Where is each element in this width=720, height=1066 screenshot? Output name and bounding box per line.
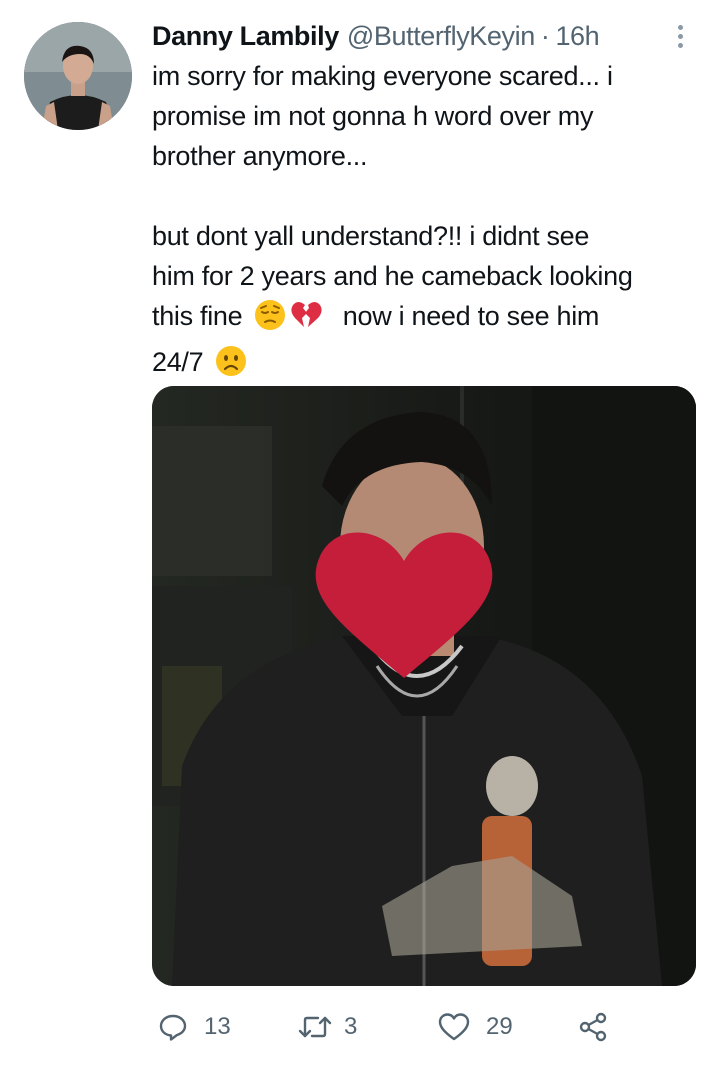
like-count: 29	[486, 1013, 513, 1040]
text-line: promise im not gonna h word over my	[152, 101, 594, 131]
heart-icon	[438, 1012, 470, 1042]
tweet-header: Danny Lambily @ButterflyKeyin · 16h	[152, 16, 672, 56]
text-line: this fine now i need to see him	[152, 296, 702, 342]
more-options-icon[interactable]	[668, 20, 692, 52]
text-line: him for 2 years and he cameback looking	[152, 261, 633, 291]
pensive-face-icon	[254, 299, 286, 342]
tweet-text: im sorry for making everyone scared... i…	[152, 56, 702, 388]
text-line: but dont yall understand?!! i didnt see	[152, 221, 590, 251]
retweet-icon	[298, 1012, 332, 1042]
share-icon	[578, 1012, 608, 1042]
reply-button[interactable]: 13	[158, 1006, 231, 1048]
retweet-button[interactable]: 3	[298, 1006, 357, 1048]
display-name[interactable]: Danny Lambily	[152, 21, 339, 52]
retweet-count: 3	[344, 1013, 358, 1040]
frowning-face-icon	[215, 345, 247, 388]
text-fragment: now i need to see him	[342, 301, 600, 331]
broken-heart-icon	[290, 299, 322, 342]
tweet-actions: 13 3 29	[152, 1006, 696, 1048]
tweet: Danny Lambily @ButterflyKeyin · 16h im s…	[0, 0, 720, 1066]
share-button[interactable]	[578, 1006, 608, 1048]
like-button[interactable]: 29	[438, 1006, 513, 1048]
separator-dot: ·	[540, 20, 550, 51]
reply-icon	[158, 1012, 188, 1042]
text-fragment: this fine	[152, 301, 243, 331]
text-line: brother anymore...	[152, 141, 368, 171]
user-handle[interactable]: @ButterflyKeyin	[347, 21, 535, 52]
reply-count: 13	[204, 1013, 231, 1040]
avatar[interactable]	[24, 22, 132, 130]
text-fragment: 24/7	[152, 347, 204, 377]
text-line: im sorry for making everyone scared... i	[152, 61, 613, 91]
timestamp[interactable]: 16h	[555, 21, 599, 52]
tweet-photo[interactable]	[152, 386, 696, 986]
text-line: 24/7	[152, 342, 702, 388]
